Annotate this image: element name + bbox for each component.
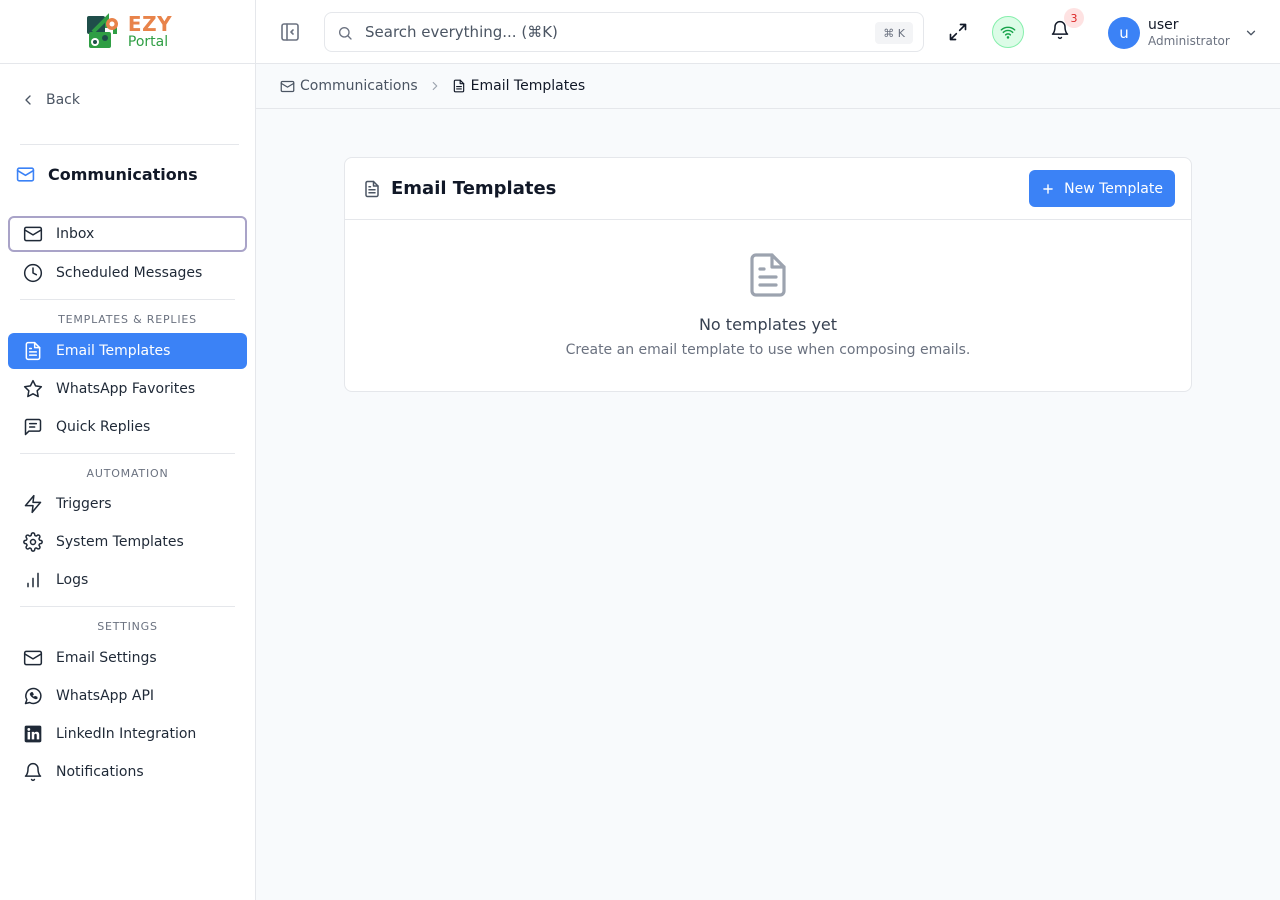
sidebar-item-system-templates[interactable]: System Templates [8,524,247,560]
sidebar-item-notifications[interactable]: Notifications [8,754,247,790]
group-label-settings: SETTINGS [97,620,158,633]
file-text-icon [453,79,464,93]
sidebar-item-label: WhatsApp API [56,688,155,704]
search-icon [339,27,352,40]
clock-icon [23,263,43,283]
divider [20,606,235,607]
sidebar-item-label: Inbox [56,226,95,242]
breadcrumb: Communications Email Templates [256,64,1280,109]
sidebar-item-email-settings[interactable]: Email Settings [8,640,247,676]
user-menu[interactable]: u user Administrator [1108,16,1258,50]
divider [20,299,235,300]
zap-icon [24,494,42,514]
message-square-icon [24,418,42,436]
wifi-icon [1000,26,1016,39]
expand-icon [949,23,967,41]
empty-state-title: No templates yet [698,315,838,334]
plus-icon [1043,183,1053,194]
brand-subtitle: Portal [127,34,169,50]
chevron-right-icon [432,81,437,91]
sidebar-item-label: Logs [56,572,89,588]
card-header: Email Templates New Template [345,158,1191,220]
new-template-label: New Template [1064,180,1163,197]
sidebar-item-label: LinkedIn Integration [56,726,197,742]
chevron-left-icon [25,95,31,105]
empty-state-description: Create an email template to use when com… [565,342,971,358]
sidebar-item-email-templates[interactable]: Email Templates [8,333,247,369]
bell-icon [24,762,42,782]
mail-icon [23,226,43,242]
mail-icon [280,80,295,92]
breadcrumb-communications[interactable]: Communications [280,78,418,94]
sidebar-item-label: Email Settings [56,650,157,666]
fullscreen-button[interactable] [948,22,968,42]
top-bar: ⌘ K 3 u user Administrator [256,0,1280,64]
sidebar-item-whatsapp-favorites[interactable]: WhatsApp Favorites [8,371,247,407]
back-label: Back [46,92,80,108]
sidebar-item-whatsapp-api[interactable]: WhatsApp API [8,678,247,714]
star-icon [23,379,43,398]
user-role: Administrator [1148,34,1230,49]
mail-icon [16,167,35,182]
sidebar-item-label: Notifications [56,764,144,780]
whatsapp-icon [24,687,42,705]
sidebar-item-label: Quick Replies [56,419,151,435]
sidebar-item-scheduled-messages[interactable]: Scheduled Messages [8,255,247,291]
empty-state: No templates yet Create an email templat… [345,251,1191,358]
gear-icon [23,532,43,552]
group-label-templates: TEMPLATES & REPLIES [58,313,197,326]
file-text-icon [365,180,379,197]
sidebar-toggle-button[interactable] [278,20,302,44]
email-templates-card: Email Templates New Template No template… [344,157,1192,392]
search-shortcut-badge: ⌘ K [875,22,913,44]
search-box[interactable]: ⌘ K [324,12,924,52]
file-text-icon [25,341,41,361]
avatar: u [1108,17,1140,49]
sidebar-item-label: Scheduled Messages [56,265,203,281]
logo-mark-icon [86,12,118,48]
sidebar-item-label: Triggers [56,496,112,512]
connection-status-button[interactable] [992,16,1024,48]
page-title: Email Templates [391,178,557,199]
breadcrumb-parent-label: Communications [300,78,418,94]
breadcrumb-current-label: Email Templates [470,78,586,94]
logo-area: EZY Portal [0,0,255,64]
group-label-automation: AUTOMATION [86,467,169,480]
bar-chart-icon [27,572,39,588]
brand-logo[interactable]: EZY Portal [83,12,172,52]
panel-left-icon [281,23,299,41]
sidebar-item-label: Email Templates [56,343,171,359]
sidebar-item-linkedin-integration[interactable]: LinkedIn Integration [8,716,247,752]
chevron-down-icon [1246,30,1255,36]
back-link[interactable]: Back [20,92,80,108]
notification-count-badge: 3 [1064,8,1084,28]
divider [20,144,239,145]
user-name: user [1148,17,1179,34]
file-text-icon [750,253,786,297]
section-title: Communications [48,165,198,184]
sidebar-item-inbox[interactable]: Inbox [8,216,247,252]
linkedin-icon [24,725,42,743]
breadcrumb-current: Email Templates [452,78,585,94]
brand-name: EZY [127,12,173,36]
sidebar-item-quick-replies[interactable]: Quick Replies [8,409,247,445]
sidebar-item-label: WhatsApp Favorites [56,381,196,397]
sidebar-item-label: System Templates [56,534,184,550]
section-header: Communications [16,165,198,184]
sidebar-item-logs[interactable]: Logs [8,562,247,598]
sidebar-item-triggers[interactable]: Triggers [8,486,247,522]
search-input[interactable] [365,13,865,51]
mail-icon [23,650,43,666]
new-template-button[interactable]: New Template [1029,170,1175,207]
divider [20,453,235,454]
sidebar: EZY Portal Back Communications Inbox Sch… [0,0,256,900]
